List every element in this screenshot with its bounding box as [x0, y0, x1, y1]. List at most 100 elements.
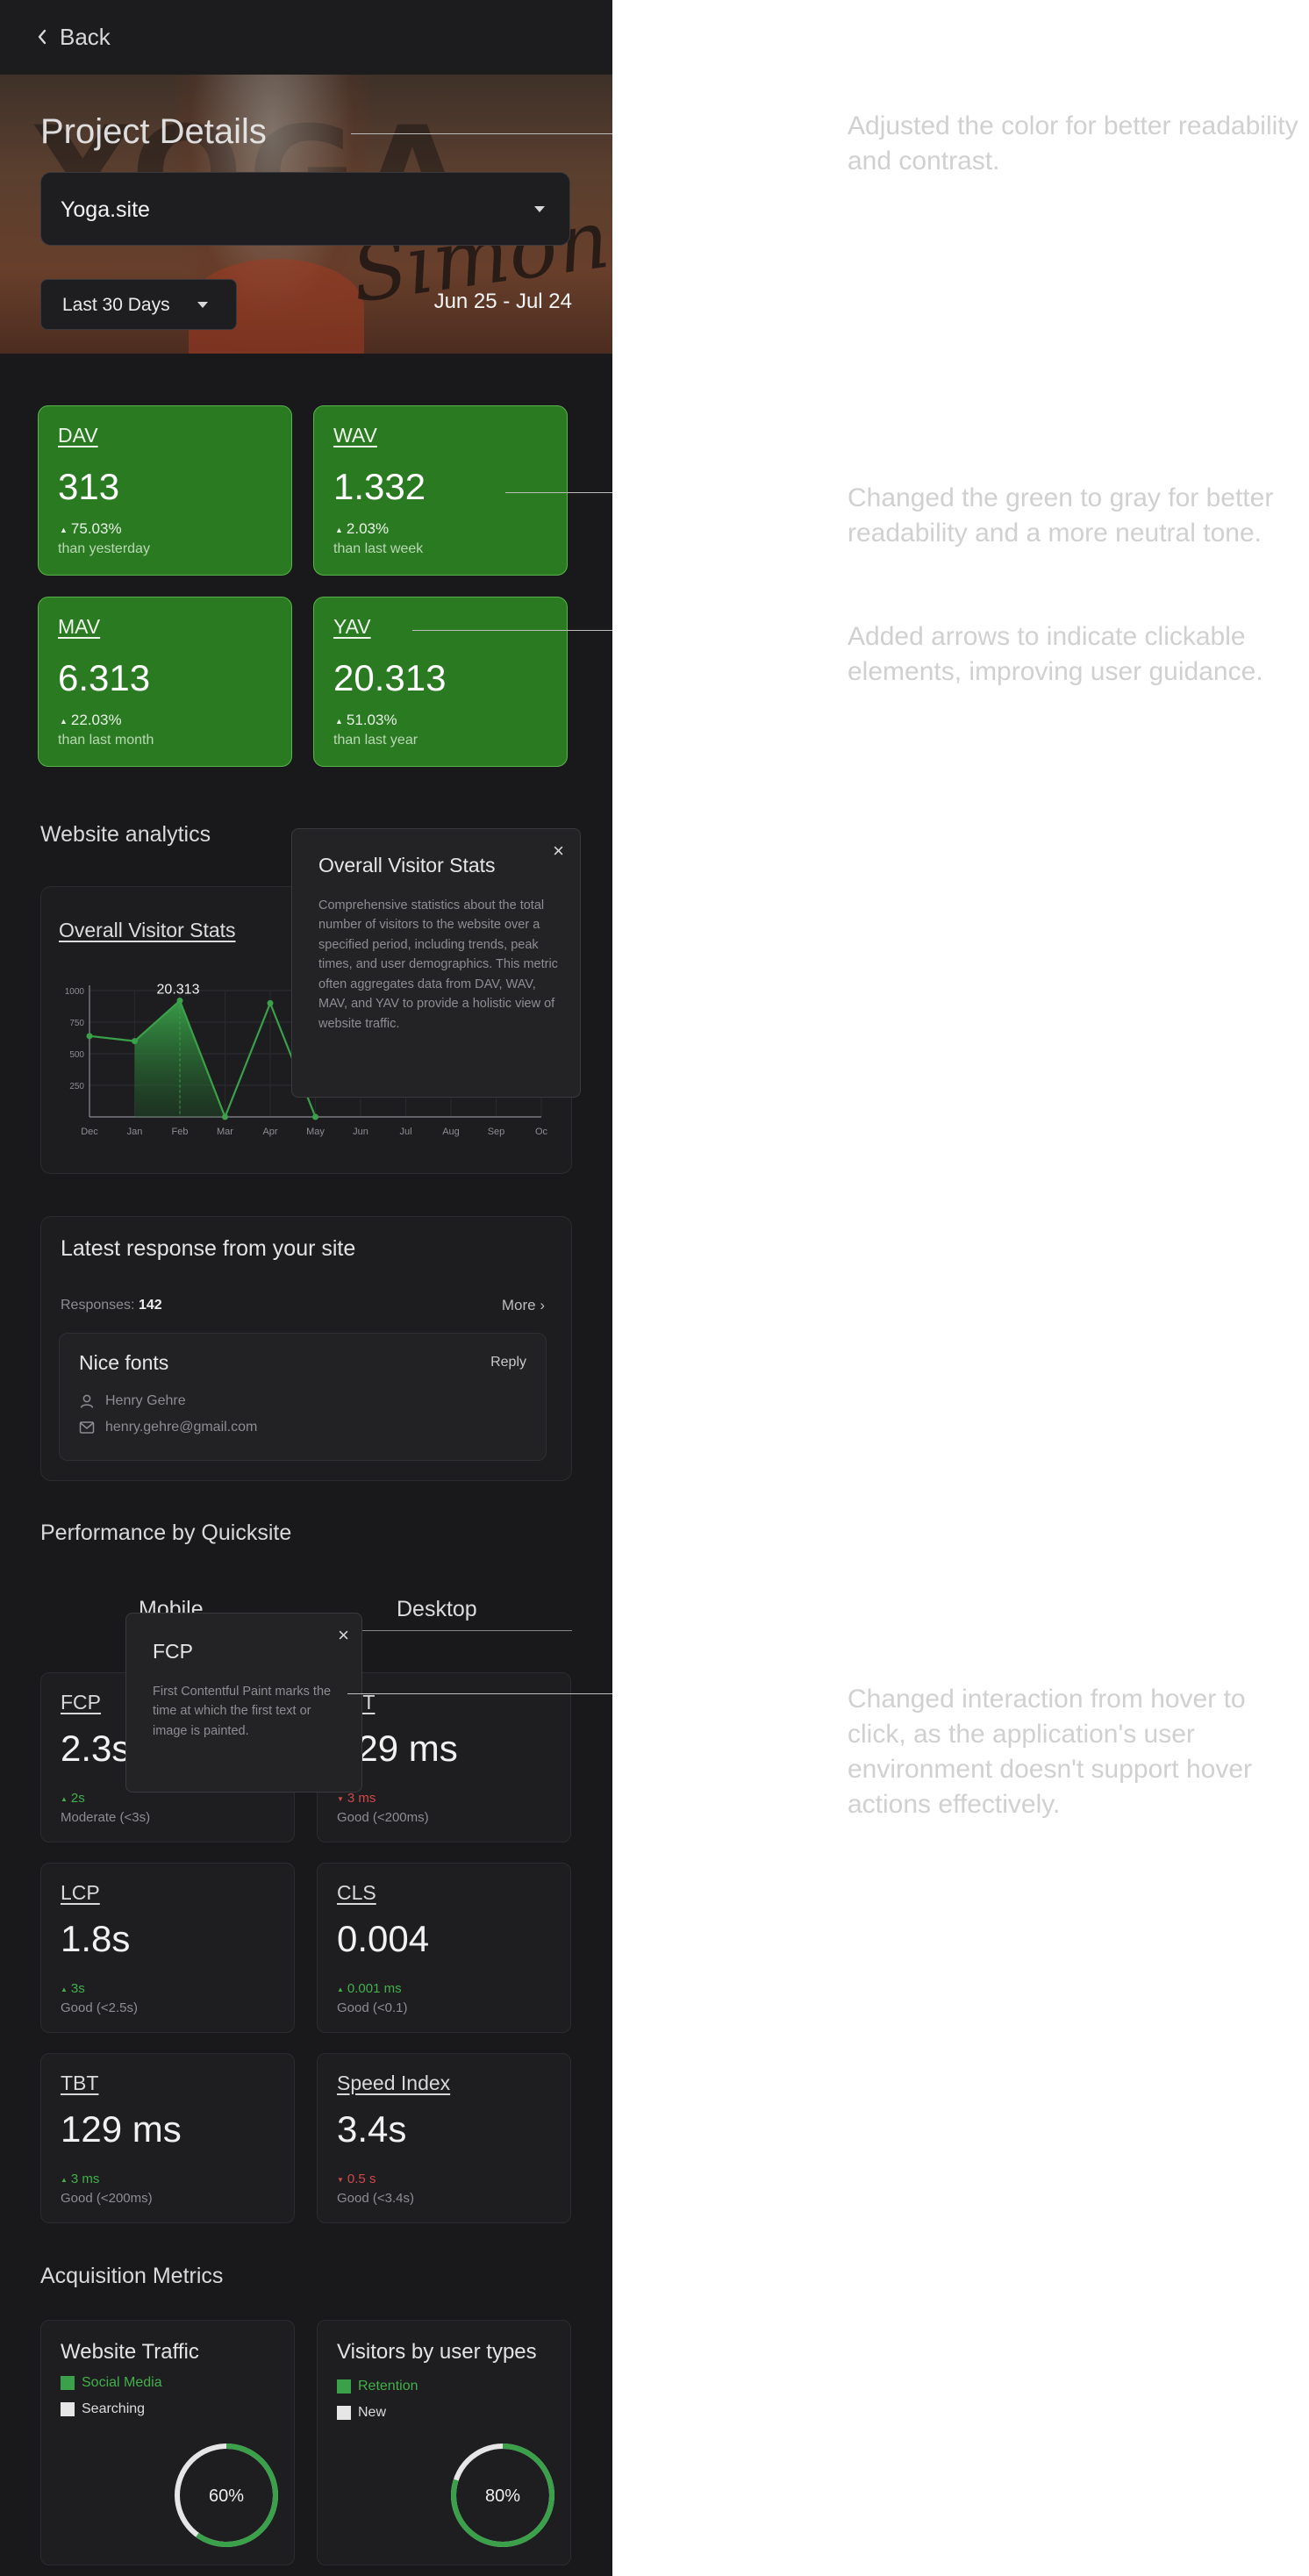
stat-percent: 75.03%	[70, 520, 122, 537]
x-tick-label: Apr	[262, 1127, 277, 1137]
stat-card-wav[interactable]: WAV 1.332 ▲ 2.03% than last week	[313, 405, 568, 576]
metric-value: 3.4s	[337, 2108, 407, 2150]
app-screen: YOGA Simone Back Project Details Yoga.si…	[0, 0, 612, 2576]
up-arrow-icon: ▲	[60, 716, 68, 726]
metric-label: CLS	[337, 1881, 376, 1904]
acquisition-card-title: Visitors by user types	[337, 2340, 537, 2364]
y-tick-label: 1000	[65, 987, 85, 997]
metric-change: 3s	[70, 1981, 85, 1996]
fcp-popover: FCP × First Contentful Paint marks the t…	[125, 1613, 362, 1792]
metric-value: 0.004	[337, 1918, 430, 1959]
annotation-line	[412, 630, 612, 631]
acquisition-card-traffic: Website Traffic Social Media Searching 6…	[40, 2320, 295, 2565]
stat-card-dav[interactable]: DAV 313 ▲ 75.03% than yesterday	[38, 405, 292, 576]
stat-subtext: than yesterday	[58, 541, 150, 556]
metric-card-lcp[interactable]: LCP 1.8s ▲ 3s Good (<2.5s)	[40, 1863, 295, 2033]
metric-card-speed-index[interactable]: Speed Index 3.4s ▼ 0.5 s Good (<3.4s)	[317, 2053, 571, 2223]
site-select-value: Yoga.site	[61, 197, 150, 222]
donut-label: 80%	[485, 2487, 520, 2506]
caret-down-icon	[197, 302, 208, 308]
close-icon[interactable]: ×	[553, 841, 564, 861]
legend-label: New	[358, 2405, 387, 2420]
legend-label: Social Media	[82, 2375, 162, 2390]
stat-subtext: than last week	[333, 541, 424, 556]
annotation-note: Adjusted the color for better readabilit…	[848, 111, 1298, 175]
acquisition-card-visitors: Visitors by user types Retention New 80%	[317, 2320, 571, 2565]
x-tick-label: Feb	[172, 1127, 189, 1137]
annotation-note: Added arrows to indicate clickable eleme…	[848, 622, 1263, 686]
metric-change: 0.001 ms	[347, 1981, 402, 1996]
metric-change: 3 ms	[70, 2172, 100, 2186]
metric-card-cls[interactable]: CLS 0.004 ▲ 0.001 ms Good (<0.1)	[317, 1863, 571, 2033]
legend-swatch	[61, 2376, 75, 2390]
mail-icon	[79, 1421, 95, 1434]
annotation-note: Changed the green to gray for better rea…	[848, 483, 1274, 547]
stat-subtext: than last month	[58, 733, 154, 748]
user-icon	[80, 1394, 94, 1408]
annotation-line	[505, 492, 612, 493]
metric-threshold: Good (<200ms)	[61, 2191, 153, 2206]
metric-label: TBT	[61, 2072, 99, 2094]
metric-label: Speed Index	[337, 2072, 451, 2094]
annotation-line	[351, 133, 612, 134]
x-tick-label: Sep	[488, 1127, 505, 1137]
metric-change: 2s	[70, 1791, 85, 1806]
more-link[interactable]: More ›	[502, 1297, 545, 1314]
legend-swatch	[337, 2406, 351, 2420]
metric-value: 1.8s	[61, 1918, 131, 1959]
metric-threshold: Good (<0.1)	[337, 2000, 408, 2015]
up-arrow-icon: ▲	[60, 525, 68, 534]
stat-label: DAV	[58, 424, 98, 447]
up-arrow-icon: ▲	[61, 1985, 68, 1993]
annotation-note: Changed interaction from hover to click,…	[848, 1685, 1253, 1819]
reply-button[interactable]: Reply	[490, 1355, 526, 1370]
stat-percent: 51.03%	[346, 712, 397, 728]
stat-percent: 22.03%	[70, 712, 122, 728]
metric-threshold: Good (<2.5s)	[61, 2000, 138, 2015]
page-title: Project Details	[40, 112, 267, 151]
stat-value: 1.332	[333, 466, 426, 507]
metric-value: 129 ms	[61, 2108, 182, 2150]
metric-label: LCP	[61, 1881, 100, 1904]
x-tick-label: Jul	[399, 1127, 411, 1137]
data-point	[222, 1113, 228, 1120]
x-tick-label: Oc	[535, 1127, 548, 1137]
legend-label: Searching	[82, 2401, 146, 2416]
x-tick-label: Aug	[442, 1127, 460, 1137]
up-arrow-icon: ▲	[335, 716, 343, 726]
response-author: Henry Gehre	[105, 1393, 186, 1408]
date-range-select[interactable]: Last 30 Days	[40, 279, 237, 330]
metric-label: FCP	[61, 1691, 101, 1714]
close-icon[interactable]: ×	[338, 1626, 349, 1645]
stat-value: 6.313	[58, 657, 151, 698]
stat-value: 20.313	[333, 657, 447, 698]
responses-card: Latest response from your site Responses…	[40, 1216, 572, 1481]
tab-underline	[361, 1630, 572, 1631]
response-item[interactable]: Nice fonts Reply Henry Gehre henry.gehre…	[59, 1333, 547, 1461]
responses-title: Latest response from your site	[61, 1236, 356, 1261]
stat-percent: 2.03%	[346, 520, 390, 537]
donut-label: 60%	[209, 2487, 244, 2506]
stat-card-mav[interactable]: MAV 6.313 ▲ 22.03% than last month	[38, 597, 292, 767]
metric-change: 0.5 s	[347, 2172, 376, 2186]
response-title: Nice fonts	[79, 1351, 169, 1374]
popover-title: Overall Visitor Stats	[318, 854, 496, 877]
peak-label: 20.313	[157, 983, 200, 998]
date-range-select-value: Last 30 Days	[62, 295, 170, 315]
popover-body: First Contentful Paint marks the time at…	[153, 1685, 332, 1738]
metric-card-tbt-2[interactable]: TBT 129 ms ▲ 3 ms Good (<200ms)	[40, 2053, 295, 2223]
tab-desktop[interactable]: Desktop	[397, 1597, 477, 1622]
stat-label: YAV	[333, 615, 371, 638]
back-label: Back	[60, 23, 111, 50]
y-tick-label: 250	[69, 1082, 84, 1091]
site-select[interactable]: Yoga.site	[40, 172, 570, 246]
back-button[interactable]: Back	[37, 23, 111, 51]
donut-chart: 60%	[175, 2444, 278, 2547]
metric-change: 3 ms	[347, 1791, 376, 1806]
responses-count-value: 142	[138, 1298, 162, 1313]
chevron-left-icon	[38, 29, 46, 45]
stat-card-yav[interactable]: YAV 20.313 ▲ 51.03% than last year	[313, 597, 568, 767]
section-title-analytics: Website analytics	[40, 822, 211, 847]
chevron-right-icon: ›	[540, 1297, 545, 1313]
stat-subtext: than last year	[333, 733, 418, 748]
